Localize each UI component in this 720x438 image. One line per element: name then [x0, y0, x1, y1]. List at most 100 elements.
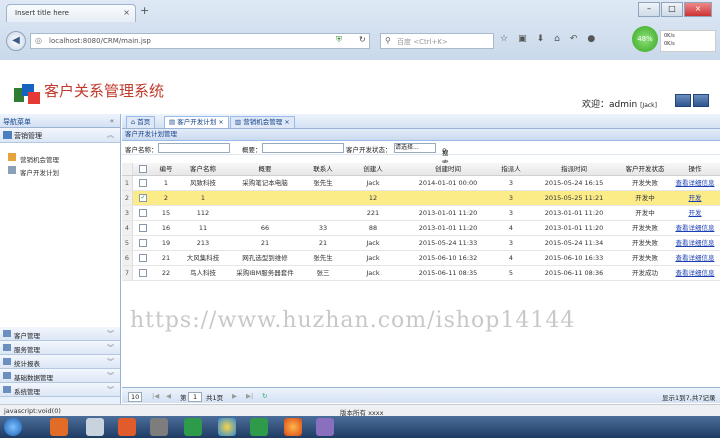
download-icon[interactable]: ⬇	[537, 34, 545, 44]
cell-customer: 鸟人科技	[190, 269, 216, 277]
tab-home[interactable]: ⌂ 首页	[126, 116, 156, 128]
address-bar[interactable]: ◎ localhost:8080/CRM/main.jsp ⛨ ↻	[30, 33, 370, 49]
row-checkbox[interactable]	[139, 239, 147, 247]
row-action-link[interactable]: 查看详细信息	[676, 269, 715, 277]
search-input[interactable]: ⚲ 百度 <Ctrl+K>	[380, 33, 494, 49]
tab-label: 客户开发计划 ×	[177, 118, 224, 126]
row-action-link[interactable]: 开发	[689, 209, 702, 217]
cell-creator: 221	[366, 209, 380, 217]
close-window-button[interactable]: ×	[684, 2, 712, 17]
start-menu-icon[interactable]	[4, 418, 22, 436]
row-checkbox-cell[interactable]	[132, 221, 154, 235]
os-taskbar	[0, 416, 720, 438]
menu-group-reports[interactable]: 统计报表 ︾	[0, 355, 120, 369]
lock-icon[interactable]	[675, 94, 691, 107]
speed-badge[interactable]: 48%	[632, 26, 658, 52]
editor-icon[interactable]	[250, 418, 268, 436]
menu-group-service[interactable]: 服务管理 ︾	[0, 341, 120, 355]
menu-group-customer[interactable]: 客户管理 ︾	[0, 327, 120, 341]
customer-name-field[interactable]	[158, 143, 230, 153]
app-icon[interactable]	[50, 418, 68, 436]
table-row[interactable]: 7 22 鸟人科技 采购IBM服务器套件 张三 Jack 2015-06-11 08:35 5…	[122, 266, 720, 281]
row-checkbox[interactable]	[139, 209, 147, 217]
globe-icon: ◎	[35, 36, 42, 45]
row-action-link[interactable]: 查看详细信息	[676, 254, 715, 262]
terminal-icon[interactable]	[184, 418, 202, 436]
row-checkbox-cell[interactable]	[132, 176, 154, 190]
table-row[interactable]: 5 19 213 21 21 Jack 2015-05-24 11:33 3 2015-05-2…	[122, 236, 720, 251]
prev-page-icon[interactable]: ◀	[166, 392, 171, 400]
first-page-icon[interactable]: |◀	[152, 392, 159, 400]
data-grid: 编号 客户名称 概要 联系人 创建人 创建时间 指派人 指派时间 客户开发状态 操作 1 1 风致科技采…	[122, 163, 720, 281]
sidebar-item-opportunity[interactable]: 营销机会管理	[0, 151, 120, 164]
menu-group-system[interactable]: 系统管理 ︾	[0, 383, 120, 397]
minimize-button[interactable]: –	[638, 2, 660, 17]
new-tab-button[interactable]: +	[140, 4, 149, 17]
cell-created: 2015-06-10 16:32	[418, 254, 478, 262]
select-all-checkbox[interactable]	[139, 165, 147, 173]
row-checkbox[interactable]	[139, 179, 147, 187]
cell-status: 开发中	[635, 194, 655, 202]
tool-icon[interactable]	[316, 418, 334, 436]
app-header: 客户关系管理系统 欢迎：admin [Jack]	[0, 60, 720, 114]
document-icon	[8, 166, 16, 174]
row-action-link[interactable]: 查看详细信息	[676, 179, 715, 187]
file-explorer-icon[interactable]	[86, 418, 104, 436]
page-count: 共1页	[206, 394, 224, 402]
table-row[interactable]: 3 15 112 221 2013-01-01 11:20 3 2013-01-01 11:…	[122, 206, 720, 221]
service-icon	[3, 344, 11, 351]
row-checkbox-cell[interactable]	[132, 266, 154, 280]
clipboard-icon[interactable]: ▣	[518, 34, 527, 44]
collapse-icon[interactable]: «	[110, 117, 114, 125]
close-icon[interactable]: ×	[123, 8, 130, 17]
logo-icon	[14, 84, 40, 104]
star-icon[interactable]: ☆	[500, 34, 508, 44]
refresh-icon[interactable]: ↻	[262, 392, 267, 400]
page-size-select[interactable]: 10	[128, 392, 143, 402]
grid-header: 编号 客户名称 概要 联系人 创建人 创建时间 指派人 指派时间 客户开发状态 操作	[122, 163, 720, 176]
chrome-icon[interactable]	[218, 418, 236, 436]
row-action-link[interactable]: 查看详细信息	[676, 239, 715, 247]
maximize-button[interactable]: □	[661, 2, 683, 17]
refresh-icon[interactable]: ↻	[359, 35, 366, 44]
browser-tab[interactable]: Insert title here ×	[6, 4, 136, 22]
sidebar-item-dev-plan[interactable]: 客户开发计划	[0, 164, 120, 177]
row-checkbox-cell[interactable]	[132, 206, 154, 220]
shield-icon[interactable]: ⛨	[336, 35, 342, 45]
table-row[interactable]: 6 21 大风集科技 网孔选型到维修 张先生 Jack 2015-06-10 16:32 4 2…	[122, 251, 720, 266]
undo-icon[interactable]: ↶	[570, 34, 578, 44]
summary-field[interactable]	[262, 143, 344, 153]
table-row[interactable]: 1 1 风致科技 采购笔记本电脑 张先生 Jack 2014-01-01 00:00 3 201…	[122, 176, 720, 191]
tab-opportunity[interactable]: ▥ 营销机会管理 ×	[230, 116, 295, 128]
row-checkbox[interactable]	[139, 254, 147, 262]
row-checkbox-cell[interactable]: ✓	[132, 191, 154, 205]
pagination-bar: 10 |◀ ◀ 第 1 共1页 ▶ ▶| ↻ 显示1到7,共7记录	[122, 387, 720, 403]
row-checkbox-cell[interactable]	[132, 236, 154, 250]
chat-icon[interactable]: ●	[587, 34, 595, 44]
back-button[interactable]: ◀	[6, 31, 26, 51]
next-page-icon[interactable]: ▶	[232, 392, 237, 400]
home-icon[interactable]: ⌂	[554, 34, 560, 44]
row-action-link[interactable]: 查看详细信息	[676, 224, 715, 232]
row-checkbox[interactable]	[139, 224, 147, 232]
row-checkbox[interactable]	[139, 269, 147, 277]
status-select[interactable]: 请选择...	[394, 143, 436, 153]
column-header[interactable]	[132, 163, 154, 175]
help-icon[interactable]	[693, 94, 709, 107]
table-row[interactable]: 4 16 11 66 33 88 2013-01-01 11:20 4 2013-01-01 1…	[122, 221, 720, 236]
column-header: 概要	[258, 165, 272, 173]
menu-group-basedata[interactable]: 基础数据管理 ︾	[0, 369, 120, 383]
row-action-link[interactable]: 开发	[689, 194, 702, 202]
table-row[interactable]: 2 ✓ 2 1 12 3 2015-05-25 11:21 开发中 开发	[122, 191, 720, 206]
menu-group-marketing[interactable]: 营销管理 ︽	[0, 128, 120, 143]
settings-icon[interactable]	[150, 418, 168, 436]
last-page-icon[interactable]: ▶|	[246, 392, 253, 400]
tab-dev-plan[interactable]: ▤ 客户开发计划 ×	[164, 116, 229, 128]
row-checkbox[interactable]: ✓	[139, 194, 147, 202]
row-checkbox-cell[interactable]	[132, 251, 154, 265]
presentation-icon[interactable]	[118, 418, 136, 436]
page-number-input[interactable]: 1	[188, 392, 203, 402]
cell-assigned: 2015-05-24 11:34	[544, 239, 604, 247]
firefox-icon[interactable]	[284, 418, 302, 436]
action-cell: 查看详细信息	[670, 176, 720, 190]
